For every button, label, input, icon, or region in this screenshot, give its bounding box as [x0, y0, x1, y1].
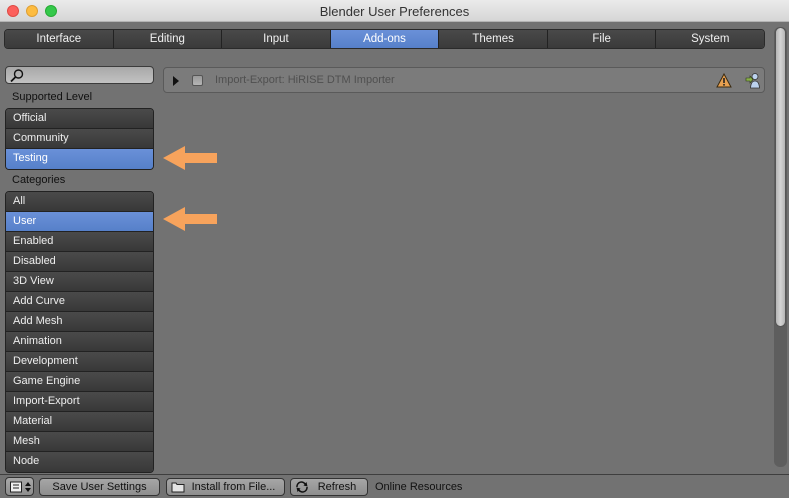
category-disabled[interactable]: Disabled [6, 252, 153, 272]
category-enabled[interactable]: Enabled [6, 232, 153, 252]
category-development[interactable]: Development [6, 352, 153, 372]
install-from-file-label: Install from File... [191, 481, 276, 493]
scrollbar-thumb[interactable] [775, 27, 786, 327]
addon-search-input[interactable] [5, 66, 154, 84]
save-user-settings-button[interactable]: Save User Settings [39, 478, 160, 496]
category-all[interactable]: All [6, 192, 153, 212]
refresh-button[interactable]: Refresh [290, 478, 368, 496]
title-bar: Blender User Preferences [0, 0, 789, 22]
preferences-content: Interface Editing Input Add-ons Themes F… [0, 22, 789, 474]
category-user[interactable]: User [6, 212, 153, 232]
category-add-mesh[interactable]: Add Mesh [6, 312, 153, 332]
supported-level-list: Official Community Testing [5, 108, 154, 170]
expand-triangle-icon[interactable] [173, 76, 179, 86]
preferences-icon [9, 480, 23, 497]
window-title: Blender User Preferences [319, 4, 470, 19]
tab-themes[interactable]: Themes [439, 30, 548, 48]
refresh-label: Refresh [317, 481, 357, 493]
search-icon [10, 69, 24, 83]
categories-list: All User Enabled Disabled 3D View Add Cu… [5, 191, 154, 473]
chevron-up-down-icon [24, 480, 32, 497]
tab-editing[interactable]: Editing [113, 30, 223, 48]
folder-icon [171, 481, 185, 498]
supported-level-official[interactable]: Official [6, 109, 153, 129]
category-add-curve[interactable]: Add Curve [6, 292, 153, 312]
tab-file[interactable]: File [547, 30, 657, 48]
bottom-toolbar: Save User Settings Install from File... … [0, 474, 789, 498]
tab-input[interactable]: Input [222, 30, 331, 48]
category-mesh[interactable]: Mesh [6, 432, 153, 452]
category-node[interactable]: Node [6, 452, 153, 472]
editor-type-selector[interactable] [5, 477, 34, 496]
addon-row: Import-Export: HiRISE DTM Importer [163, 67, 765, 93]
annotation-arrow-testing [163, 146, 217, 170]
category-3d-view[interactable]: 3D View [6, 272, 153, 292]
user-addon-icon [745, 73, 760, 89]
tab-system[interactable]: System [656, 30, 764, 48]
categories-label: Categories [12, 174, 66, 186]
addon-enable-checkbox[interactable] [192, 75, 203, 86]
scrollbar[interactable] [774, 27, 787, 467]
online-resources-link[interactable]: Online Resources [375, 481, 462, 493]
refresh-icon [295, 481, 309, 498]
annotation-arrow-user [163, 207, 217, 231]
category-animation[interactable]: Animation [6, 332, 153, 352]
preferences-tabs: Interface Editing Input Add-ons Themes F… [4, 29, 765, 49]
tab-add-ons[interactable]: Add-ons [330, 30, 440, 48]
supported-level-community[interactable]: Community [6, 129, 153, 149]
warning-icon [716, 73, 732, 88]
addon-name: Import-Export: HiRISE DTM Importer [215, 74, 395, 86]
supported-level-label: Supported Level [12, 91, 93, 103]
category-material[interactable]: Material [6, 412, 153, 432]
install-from-file-button[interactable]: Install from File... [166, 478, 285, 496]
category-game-engine[interactable]: Game Engine [6, 372, 153, 392]
supported-level-testing[interactable]: Testing [6, 149, 153, 169]
tab-interface[interactable]: Interface [5, 30, 114, 48]
category-import-export[interactable]: Import-Export [6, 392, 153, 412]
